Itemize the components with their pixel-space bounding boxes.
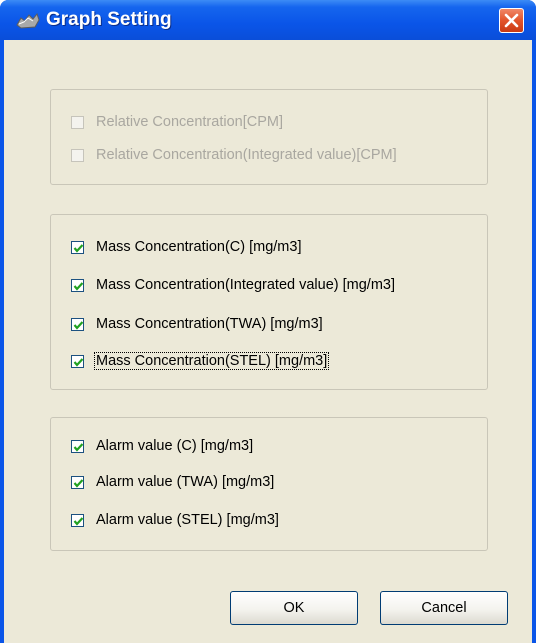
mass-concentration-group: Mass Concentration(C) [mg/m3] Mass Conce… [50,214,488,390]
mass-concentration-c-checkbox[interactable]: Mass Concentration(C) [mg/m3] [71,237,302,257]
checkmark-icon [73,478,84,488]
checkbox-box[interactable] [71,240,84,254]
checkbox-label: Alarm value (TWA) [mg/m3] [96,474,275,490]
checkbox-box[interactable] [71,354,84,368]
checkbox-box[interactable] [71,513,84,527]
alarm-value-twa-checkbox[interactable]: Alarm value (TWA) [mg/m3] [71,472,275,492]
checkbox-box[interactable] [71,148,84,162]
checkbox-box[interactable] [71,278,84,292]
checkbox-label: Relative Concentration[CPM] [96,114,283,130]
relative-concentration-checkbox[interactable]: Relative Concentration[CPM] [71,112,284,132]
alarm-value-c-checkbox[interactable]: Alarm value (C) [mg/m3] [71,436,254,456]
alarm-value-group: Alarm value (C) [mg/m3] Alarm value (TWA… [50,417,488,551]
relative-concentration-integrated-checkbox[interactable]: Relative Concentration(Integrated value)… [71,145,398,165]
checkbox-label: Mass Concentration(TWA) [mg/m3] [96,316,323,332]
checkbox-label: Mass Concentration(STEL) [mg/m3] [93,352,330,370]
checkbox-box[interactable] [71,439,84,453]
mass-concentration-integrated-checkbox[interactable]: Mass Concentration(Integrated value) [mg… [71,275,396,295]
checkbox-box[interactable] [71,317,84,331]
dialog-body: Relative Concentration[CPM] Relative Con… [4,40,532,643]
title-bar[interactable]: Graph Setting [0,0,536,40]
checkbox-box[interactable] [71,115,84,129]
relative-concentration-group: Relative Concentration[CPM] Relative Con… [50,89,488,185]
checkmark-icon [73,243,84,253]
ok-button[interactable]: OK [230,591,358,625]
checkbox-label: Relative Concentration(Integrated value)… [96,147,397,163]
checkbox-label: Alarm value (STEL) [mg/m3] [96,512,279,528]
graph-setting-window: Graph Setting Relative Concentration[CPM… [0,0,536,643]
close-button[interactable] [499,8,524,33]
checkmark-icon [73,442,84,452]
checkbox-label: Alarm value (C) [mg/m3] [96,438,254,454]
checkmark-icon [73,516,84,526]
mass-concentration-stel-checkbox[interactable]: Mass Concentration(STEL) [mg/m3] [71,351,330,371]
checkmark-icon [73,357,84,367]
checkmark-icon [73,320,84,330]
cancel-button[interactable]: Cancel [380,591,508,625]
graph-app-icon [16,12,40,29]
close-icon [504,13,519,28]
window-title: Graph Setting [46,9,172,30]
checkbox-box[interactable] [71,475,84,489]
alarm-value-stel-checkbox[interactable]: Alarm value (STEL) [mg/m3] [71,510,280,530]
checkbox-label: Mass Concentration(Integrated value) [mg… [96,277,395,293]
checkmark-icon [73,281,84,291]
mass-concentration-twa-checkbox[interactable]: Mass Concentration(TWA) [mg/m3] [71,314,324,334]
checkbox-label: Mass Concentration(C) [mg/m3] [96,239,302,255]
